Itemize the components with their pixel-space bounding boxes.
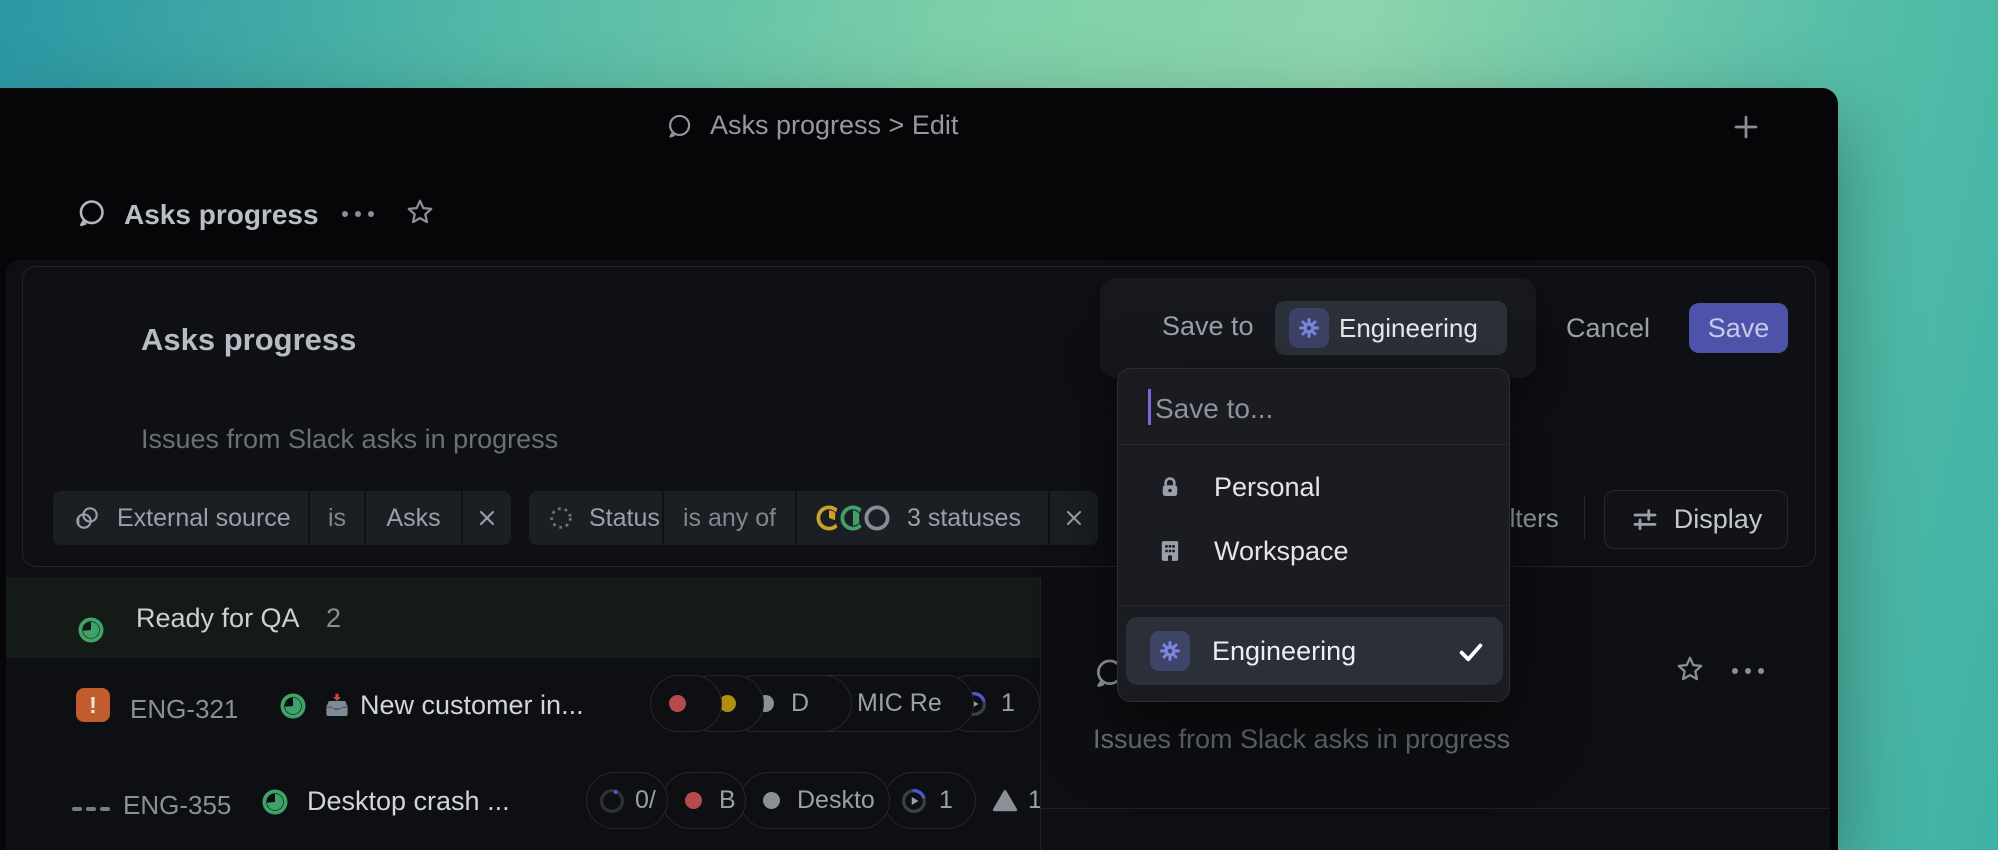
view-title: Asks progress [124,199,319,230]
filter-operator[interactable]: is [310,491,364,545]
preview-divider [1041,808,1830,809]
view-description-field[interactable]: Issues from Slack asks in progress [141,424,558,455]
team-gear-icon [1289,308,1329,348]
filter-field-label: External source [117,503,291,532]
status-icon[interactable] [260,787,290,817]
view-bubble-icon [74,196,108,230]
filter-operator[interactable]: is any of [664,491,795,545]
label-text: Deskto [797,786,875,814]
status-icon[interactable] [278,691,308,721]
new-tab-button[interactable] [1731,112,1761,142]
comment-bubble-icon [664,111,694,141]
filter-field-label: Status [589,503,660,532]
toolbar-divider [1584,496,1585,540]
blocked-badge[interactable]: 1 [990,772,1040,829]
warning-triangle-icon [990,786,1020,816]
issue-id: ENG-321 [130,694,239,724]
label-text: D [791,689,810,717]
save-to-search-input[interactable]: Save to... [1155,393,1273,425]
issue-id: ENG-355 [123,790,232,820]
label-badge-gray[interactable]: Deskto [740,772,890,829]
no-priority-icon[interactable] [72,807,110,811]
save-target-selector[interactable]: Engineering [1275,301,1507,355]
cycle-badge[interactable]: 1 [884,772,976,829]
selected-team-name: Engineering [1339,312,1478,343]
filter-value-statuses[interactable]: 3 statuses [797,491,1048,545]
remove-filter-button[interactable] [1050,491,1098,545]
team-gear-icon [1150,631,1190,671]
sliders-icon [1630,505,1660,535]
option-personal[interactable]: Personal [1118,455,1509,519]
label-badge-red[interactable]: B [662,772,746,829]
external-source-icon [73,504,101,532]
list-preview-divider [1040,578,1041,850]
preview-options-menu[interactable] [1732,668,1764,674]
option-workspace[interactable]: Workspace [1118,519,1509,583]
display-button[interactable]: Display [1604,490,1788,549]
lock-icon [1156,473,1184,501]
progress-badge[interactable]: 0/ [586,772,668,829]
breadcrumb: Asks progress > Edit [664,110,958,141]
save-to-label: Save to [1162,311,1254,341]
save-popover: Save to Engineering [1100,278,1536,378]
inbox-icon [322,691,352,721]
progress-ring-icon [597,786,627,816]
status-trio-icon [811,500,895,536]
text-cursor [1148,389,1151,425]
view-options-menu[interactable] [342,211,374,217]
group-count: 2 [326,603,342,633]
check-icon [1456,637,1486,667]
label-badge-red[interactable] [650,675,722,732]
dropdown-divider [1118,605,1509,606]
option-engineering-selected[interactable]: Engineering [1126,617,1503,685]
project-name: MIC Re [857,689,942,717]
ready-for-qa-status-icon [76,615,106,645]
desktop-background: Asks progress > Edit Asks progress Asks … [0,0,1998,850]
group-header-ready-for-qa[interactable]: Ready for QA 2 [6,578,1040,658]
breadcrumb-text: Asks progress > Edit [710,110,959,140]
issue-title: New customer in... [360,690,584,720]
issue-title: Desktop crash ... [307,786,510,816]
display-label: Display [1673,504,1763,534]
filter-value-label: 3 statuses [907,503,1021,532]
filter-value-asks[interactable]: Asks [366,491,461,545]
label-text: B [719,786,736,814]
urgent-priority-icon[interactable]: ! [76,688,110,722]
save-to-dropdown: Save to... Personal Workspace Engineerin… [1117,368,1510,702]
cancel-button[interactable]: Cancel [1566,313,1650,344]
dropdown-divider [1118,444,1509,445]
progress-text: 0/ [635,786,656,814]
favorite-star-icon[interactable] [404,196,436,228]
cycle-progress-icon [899,786,929,816]
status-dashed-circle-icon [547,504,575,532]
cycle-number: 1 [939,786,953,814]
cycle-number: 1 [1001,689,1015,717]
building-icon [1156,537,1184,565]
remove-filter-button[interactable] [463,491,511,545]
preview-favorite-star-icon[interactable] [1674,653,1706,685]
option-label: Personal [1214,471,1321,502]
group-name: Ready for QA [136,603,300,633]
view-name-field[interactable]: Asks progress [141,322,356,358]
filter-field-status[interactable]: Status [529,491,662,545]
blocked-count: 1 [1028,786,1040,814]
option-label: Workspace [1214,535,1349,566]
filter-field-external-source[interactable]: External source [53,491,308,545]
issue-list: Ready for QA 2 ! ENG-321 New customer in… [6,567,1040,850]
option-label: Engineering [1212,635,1357,666]
preview-description: Issues from Slack asks in progress [1093,724,1511,754]
save-button[interactable]: Save [1689,303,1788,353]
